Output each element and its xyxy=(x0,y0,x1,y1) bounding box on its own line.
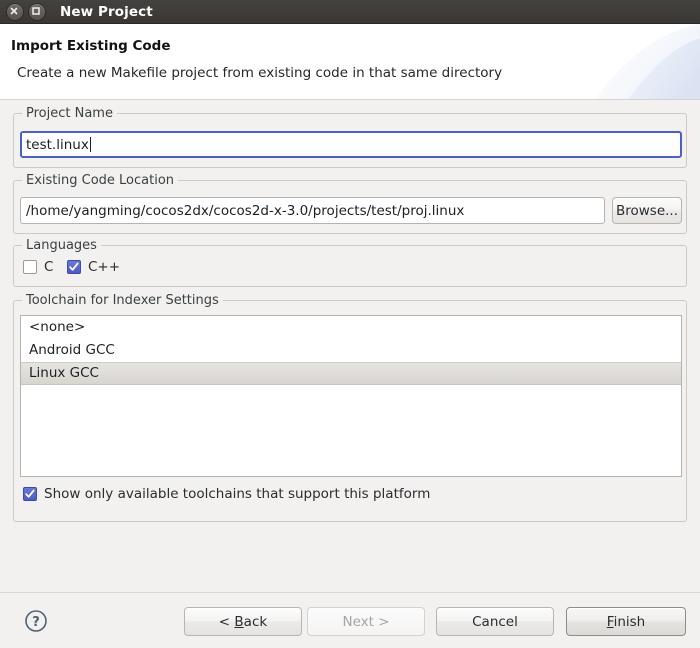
header-banner-decoration xyxy=(595,24,700,99)
list-item[interactable]: Linux GCC xyxy=(21,362,681,385)
language-c-label: C xyxy=(44,259,54,275)
toolchain-group-label: Toolchain for Indexer Settings xyxy=(22,293,223,308)
code-location-input[interactable]: /home/yangming/cocos2dx/cocos2d-x-3.0/pr… xyxy=(20,197,605,224)
finish-button[interactable]: Finish xyxy=(566,607,686,636)
show-only-available-toolchains-label: Show only available toolchains that supp… xyxy=(44,486,431,502)
browse-button-label: Browse... xyxy=(615,202,679,219)
close-icon[interactable] xyxy=(6,2,24,21)
cancel-button-label: Cancel xyxy=(472,613,518,630)
checkbox-unchecked-icon xyxy=(23,260,37,274)
checkbox-checked-icon xyxy=(67,260,81,274)
checkbox-checked-icon xyxy=(23,487,37,501)
languages-group: Languages C C++ xyxy=(13,238,687,287)
language-checkbox-cpp[interactable]: C++ xyxy=(67,259,120,275)
finish-button-label: Finish xyxy=(606,613,646,630)
text-caret xyxy=(89,137,91,152)
code-location-value: /home/yangming/cocos2dx/cocos2d-x-3.0/pr… xyxy=(26,202,465,219)
language-cpp-label: C++ xyxy=(88,259,121,275)
page-title: Import Existing Code xyxy=(11,38,171,54)
next-button[interactable]: Next > xyxy=(307,607,425,636)
help-icon[interactable]: ? xyxy=(23,608,49,638)
maximize-icon[interactable] xyxy=(28,2,46,21)
list-item[interactable]: Android GCC xyxy=(21,339,681,362)
project-name-group: Project Name test.linux xyxy=(13,106,687,168)
browse-button[interactable]: Browse... xyxy=(612,197,682,224)
toolchain-list[interactable]: <none> Android GCC Linux GCC xyxy=(20,315,682,477)
code-location-group-label: Existing Code Location xyxy=(22,173,179,188)
project-name-value: test.linux xyxy=(26,136,89,153)
dialog-footer: ? < Back Next > Cancel Finish xyxy=(0,592,700,648)
page-description: Create a new Makefile project from exist… xyxy=(17,65,503,81)
cancel-button[interactable]: Cancel xyxy=(436,607,554,636)
wizard-header: Import Existing Code Create a new Makefi… xyxy=(0,24,700,100)
next-button-label: Next > xyxy=(342,613,390,630)
back-button-label: < Back xyxy=(218,613,268,630)
back-button[interactable]: < Back xyxy=(184,607,302,636)
toolchain-group: Toolchain for Indexer Settings <none> An… xyxy=(13,293,687,522)
dialog-body: Project Name test.linux Existing Code Lo… xyxy=(0,100,700,592)
window-title: New Project xyxy=(60,3,153,20)
language-checkbox-c[interactable]: C xyxy=(23,259,53,275)
project-name-input[interactable]: test.linux xyxy=(20,131,682,158)
project-name-group-label: Project Name xyxy=(22,106,117,121)
languages-group-label: Languages xyxy=(22,238,101,253)
show-only-available-toolchains-checkbox[interactable]: Show only available toolchains that supp… xyxy=(23,486,430,502)
list-item[interactable]: <none> xyxy=(21,316,681,339)
code-location-group: Existing Code Location /home/yangming/co… xyxy=(13,173,687,234)
new-project-dialog: New Project Import Existing Code Create … xyxy=(0,0,700,648)
svg-text:?: ? xyxy=(32,615,40,630)
title-bar: New Project xyxy=(0,0,700,24)
